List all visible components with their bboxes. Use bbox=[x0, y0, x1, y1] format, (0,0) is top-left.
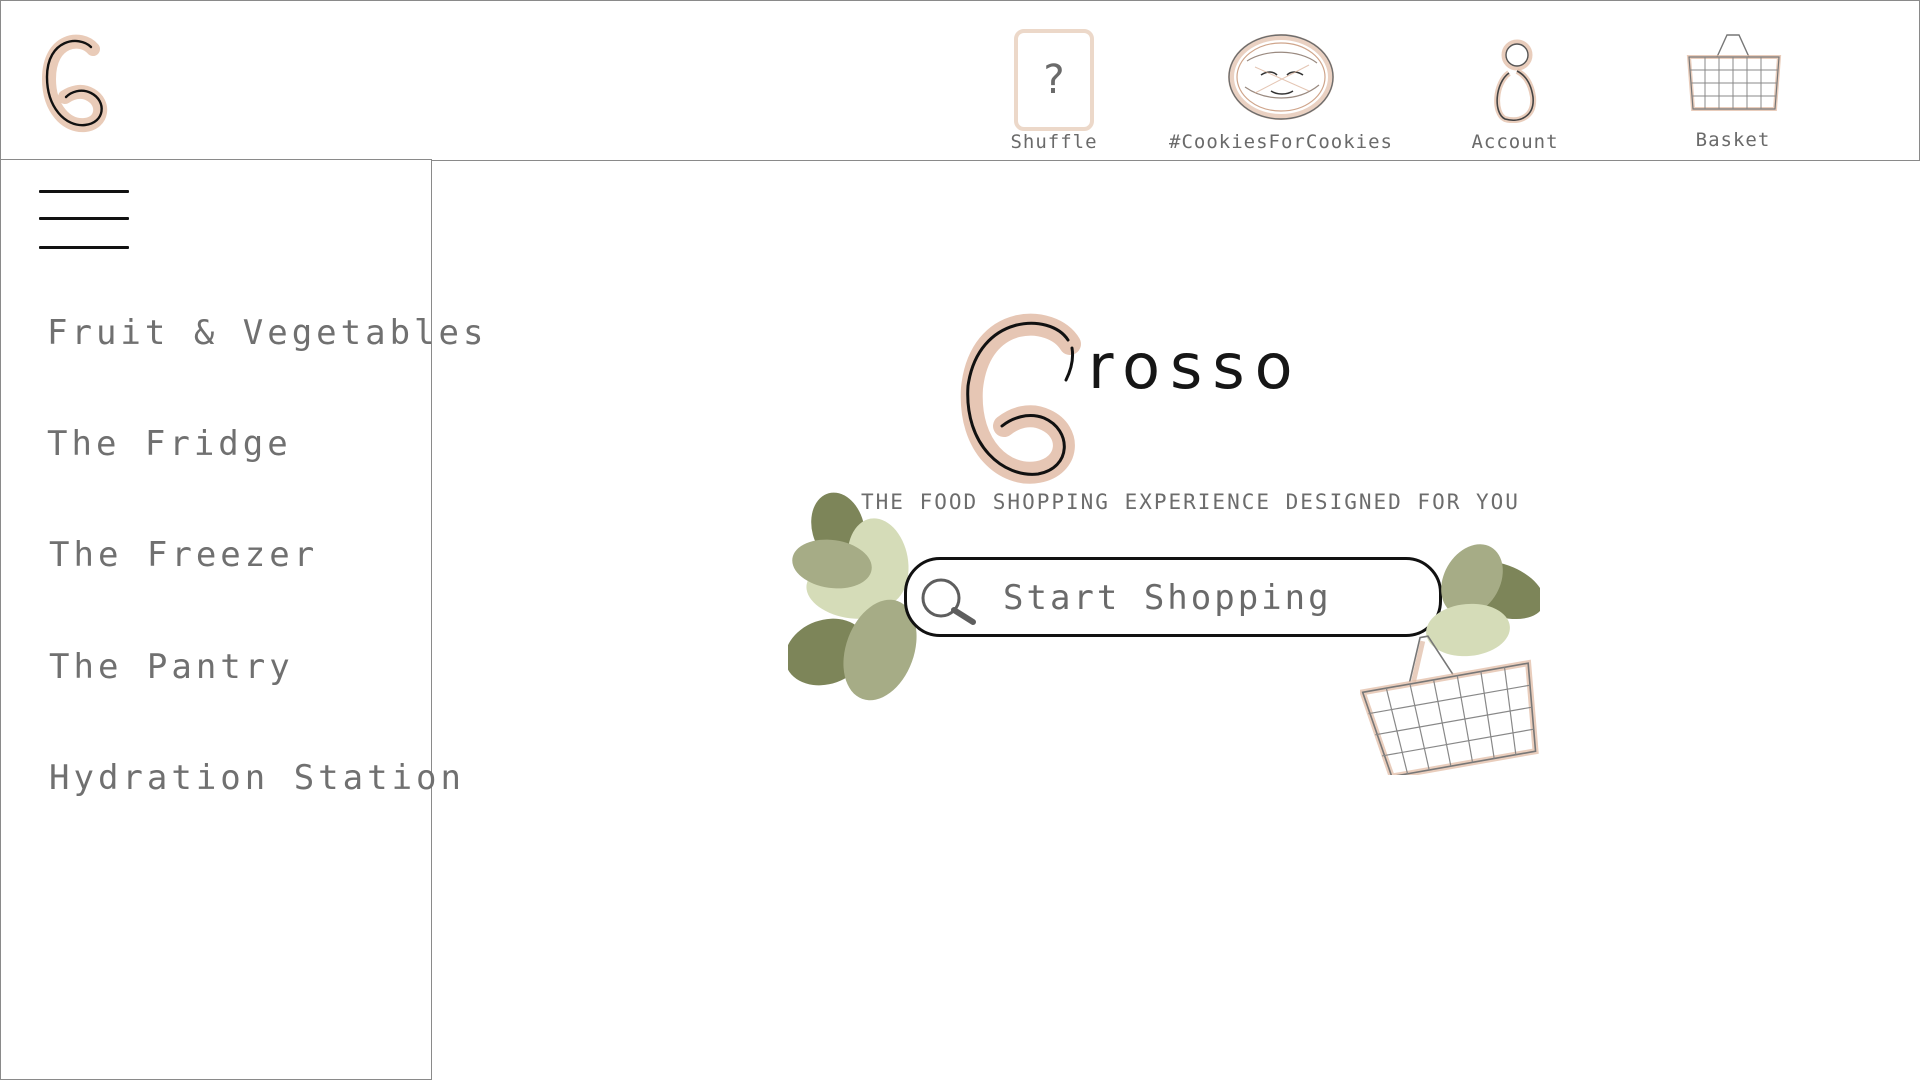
question-mark-card-icon: ? bbox=[1014, 29, 1094, 131]
grosso-logo-icon[interactable] bbox=[41, 31, 121, 135]
nav-account-label: Account bbox=[1471, 131, 1559, 153]
nav-shuffle[interactable]: ? Shuffle bbox=[1002, 1, 1106, 160]
nav-account[interactable]: Account bbox=[1461, 1, 1569, 160]
sidebar-item-pantry[interactable]: The Pantry bbox=[49, 647, 294, 687]
search-placeholder: Start Shopping bbox=[1003, 578, 1332, 618]
nav-cookies-label: #CookiesForCookies bbox=[1169, 131, 1393, 153]
sidebar-item-fruit-vegetables[interactable]: Fruit & Vegetables bbox=[47, 313, 487, 353]
hamburger-menu-icon[interactable] bbox=[39, 188, 131, 252]
nav-basket-label: Basket bbox=[1695, 129, 1771, 151]
shopping-basket-icon bbox=[1683, 31, 1783, 111]
nav-cookies-for-cookies[interactable]: #CookiesForCookies bbox=[1166, 1, 1396, 160]
category-sidebar: Fruit & Vegetables The Fridge The Freeze… bbox=[0, 159, 483, 1080]
sidebar-item-hydration-station[interactable]: Hydration Station bbox=[49, 758, 465, 798]
shuffle-glyph: ? bbox=[1014, 29, 1094, 131]
shopping-basket-illustration-icon bbox=[1360, 635, 1539, 775]
grosso-brand-logo-icon bbox=[960, 313, 1081, 484]
sidebar-item-fridge[interactable]: The Fridge bbox=[47, 424, 292, 464]
cookie-face-icon bbox=[1225, 31, 1337, 123]
tagline: THE FOOD SHOPPING EXPERIENCE DESIGNED FO… bbox=[861, 490, 1520, 514]
nav-basket[interactable]: Basket bbox=[1673, 1, 1793, 160]
brand-wordmark: rosso bbox=[1088, 330, 1303, 403]
nav-shuffle-label: Shuffle bbox=[1010, 131, 1098, 153]
magnifier-icon bbox=[921, 578, 976, 625]
top-header: ? Shuffle #CookiesForCookies Account Bas… bbox=[0, 0, 1920, 161]
person-icon bbox=[1485, 37, 1545, 123]
sidebar-item-freezer[interactable]: The Freezer bbox=[49, 535, 318, 575]
